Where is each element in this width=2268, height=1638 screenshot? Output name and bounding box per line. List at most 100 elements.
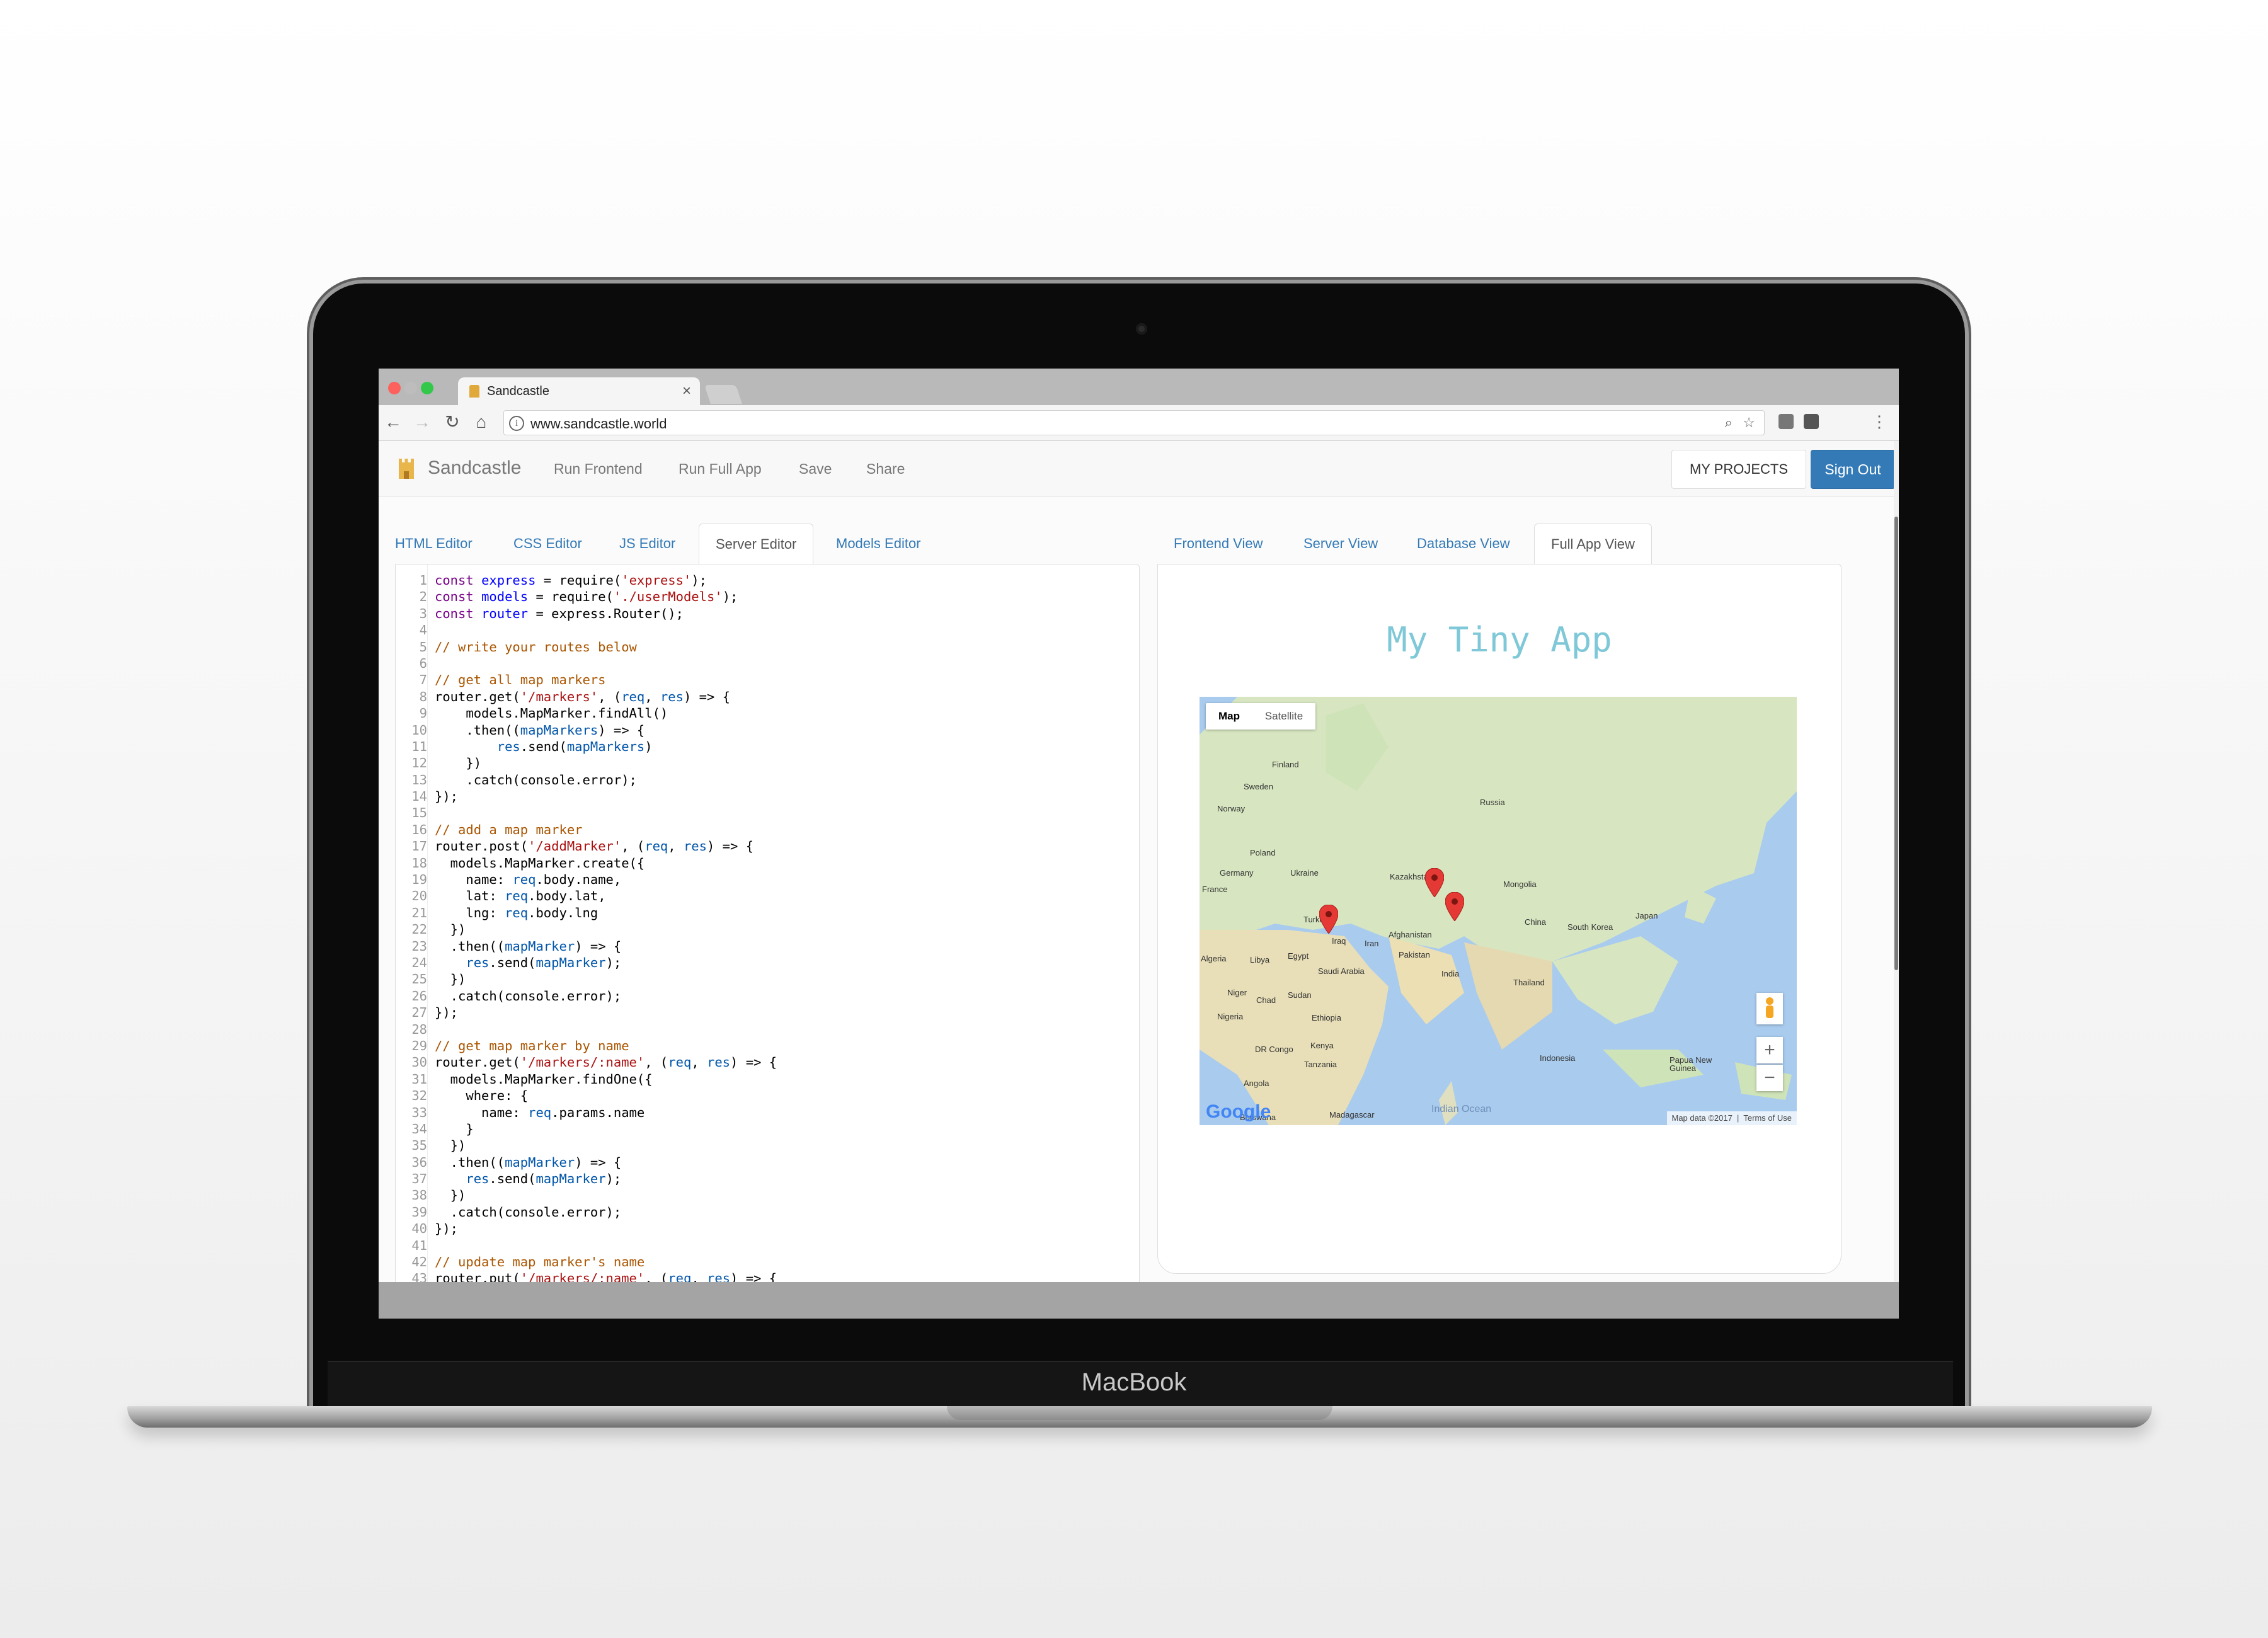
code-line[interactable]: 2 const models = require('./userModels'); — [402, 588, 1133, 605]
code-line[interactable]: 43 router.put('/markers/:name', (req, res… — [402, 1270, 1133, 1282]
minimize-window-button[interactable] — [404, 382, 417, 394]
zoom-in-button[interactable]: + — [1756, 1037, 1783, 1063]
code-line[interactable]: 1 const express = require('express'); — [402, 572, 1133, 588]
code-line[interactable]: 18 models.MapMarker.create({ — [402, 855, 1133, 871]
code-line[interactable]: 15 — [402, 805, 1133, 821]
sign-out-button[interactable]: Sign Out — [1811, 450, 1894, 489]
address-bar[interactable]: i www.sandcastle.world ⌕ ☆ — [503, 410, 1765, 435]
code-line[interactable]: 31 models.MapMarker.findOne({ — [402, 1071, 1133, 1087]
zoom-icon[interactable]: ⌕ — [1725, 415, 1732, 431]
new-tab-button[interactable] — [704, 385, 742, 404]
page-scrollbar[interactable] — [1894, 441, 1899, 1282]
extension-icon[interactable] — [1778, 414, 1794, 429]
line-number: 8 — [419, 689, 427, 704]
code-line[interactable]: 22 }) — [402, 921, 1133, 937]
code-line[interactable]: 17 router.post('/addMarker', (req, res) =… — [402, 838, 1133, 854]
maximize-window-button[interactable] — [421, 382, 433, 394]
map-type-map-button[interactable]: Map — [1206, 703, 1252, 730]
scrollbar-thumb[interactable] — [1894, 517, 1898, 970]
back-button[interactable]: ← — [382, 411, 404, 433]
line-number: 28 — [411, 1021, 427, 1037]
code-line[interactable]: 4 — [402, 622, 1133, 638]
code-line[interactable]: 11 res.send(mapMarkers) — [402, 738, 1133, 755]
browser-tab[interactable]: Sandcastle × — [458, 377, 700, 405]
code-line[interactable]: 23 .then((mapMarker) => { — [402, 938, 1133, 954]
my-projects-button[interactable]: MY PROJECTS — [1671, 450, 1806, 489]
code-line[interactable]: 42// update map marker's name — [402, 1254, 1133, 1270]
code-line[interactable]: 40}); — [402, 1220, 1133, 1237]
tab-css-editor[interactable]: CSS Editor — [497, 524, 598, 564]
home-button[interactable]: ⌂ — [471, 411, 492, 433]
sandcastle-logo-icon — [399, 459, 414, 479]
code-line[interactable]: 34 } — [402, 1121, 1133, 1137]
map-marker-pin-icon[interactable] — [1425, 868, 1444, 897]
tab-database-view[interactable]: Database View — [1400, 524, 1526, 564]
code-line[interactable]: 5// write your routes below — [402, 639, 1133, 655]
zoom-out-button[interactable]: − — [1756, 1065, 1783, 1091]
map-type-satellite-button[interactable]: Satellite — [1252, 703, 1315, 730]
site-info-icon[interactable]: i — [509, 416, 524, 431]
tab-js-editor[interactable]: JS Editor — [603, 524, 692, 564]
code-line[interactable]: 32 where: { — [402, 1087, 1133, 1104]
map-label: Chad — [1256, 995, 1276, 1005]
map-marker-pin-icon[interactable] — [1445, 892, 1464, 921]
reload-button[interactable]: ↻ — [442, 411, 463, 433]
forward-button[interactable]: → — [411, 411, 433, 433]
code-content[interactable]: 1 const express = require('express'); 2 con… — [402, 572, 1133, 1282]
tab-frontend-view[interactable]: Frontend View — [1157, 524, 1279, 564]
line-number: 42 — [411, 1254, 427, 1270]
map-label: Afghanistan — [1389, 930, 1432, 939]
url-text[interactable]: www.sandcastle.world — [530, 416, 667, 432]
code-line[interactable]: 41 — [402, 1237, 1133, 1254]
code-line[interactable]: 36 .then((mapMarker) => { — [402, 1154, 1133, 1171]
code-line[interactable]: 37 res.send(mapMarker); — [402, 1171, 1133, 1187]
code-line[interactable]: 3 const router = express.Router(); — [402, 605, 1133, 622]
code-editor[interactable]: 1 const express = require('express'); 2 con… — [395, 564, 1140, 1282]
tab-server-editor[interactable]: Server Editor — [699, 524, 814, 564]
line-number: 11 — [411, 738, 427, 754]
code-line[interactable]: 20 lat: req.body.lat, — [402, 888, 1133, 904]
code-line[interactable]: 19 name: req.body.name, — [402, 871, 1133, 888]
extension-shield-icon[interactable] — [1804, 414, 1819, 429]
code-line[interactable]: 12 }) — [402, 755, 1133, 771]
map-marker-pin-icon[interactable] — [1319, 905, 1338, 934]
code-line[interactable]: 24 res.send(mapMarker); — [402, 954, 1133, 971]
screen: Sandcastle × ← → ↻ ⌂ i www.sandcastle.wo… — [379, 369, 1899, 1319]
close-tab-icon[interactable]: × — [682, 377, 691, 405]
app-logo-text[interactable]: Sandcastle — [428, 457, 521, 479]
code-line[interactable]: 27}); — [402, 1004, 1133, 1021]
tab-server-view[interactable]: Server View — [1287, 524, 1394, 564]
bookmark-star-icon[interactable]: ☆ — [1743, 415, 1755, 431]
run-frontend-link[interactable]: Run Frontend — [554, 461, 643, 478]
code-line[interactable]: 16// add a map marker — [402, 822, 1133, 838]
code-line[interactable]: 25 }) — [402, 971, 1133, 987]
code-line[interactable]: 7// get all map markers — [402, 672, 1133, 688]
code-line[interactable]: 10 .then((mapMarkers) => { — [402, 722, 1133, 738]
browser-menu-icon[interactable]: ⋮ — [1871, 411, 1887, 432]
share-link[interactable]: Share — [866, 461, 905, 478]
tab-full-app-view[interactable]: Full App View — [1534, 524, 1652, 564]
code-line[interactable]: 28 — [402, 1021, 1133, 1038]
code-line[interactable]: 6 — [402, 655, 1133, 672]
code-line[interactable]: 9 models.MapMarker.findAll() — [402, 705, 1133, 721]
code-line[interactable]: 21 lng: req.body.lng — [402, 905, 1133, 921]
code-line[interactable]: 33 name: req.params.name — [402, 1104, 1133, 1121]
terms-of-use-link[interactable]: Terms of Use — [1743, 1113, 1792, 1123]
close-window-button[interactable] — [388, 382, 401, 394]
code-line[interactable]: 14}); — [402, 788, 1133, 805]
street-view-pegman-icon[interactable] — [1756, 993, 1783, 1024]
run-full-app-link[interactable]: Run Full App — [679, 461, 762, 478]
world-map[interactable]: Map Satellite Finland Sweden Norway Russ… — [1200, 697, 1797, 1125]
code-line[interactable]: 26 .catch(console.error); — [402, 988, 1133, 1004]
code-line[interactable]: 35 }) — [402, 1137, 1133, 1154]
code-line[interactable]: 38 }) — [402, 1187, 1133, 1203]
tab-models-editor[interactable]: Models Editor — [820, 524, 937, 564]
code-line[interactable]: 30 router.get('/markers/:name', (req, res… — [402, 1054, 1133, 1070]
code-line[interactable]: 8 router.get('/markers', (req, res) => { — [402, 689, 1133, 705]
save-link[interactable]: Save — [799, 461, 832, 478]
tab-html-editor[interactable]: HTML Editor — [379, 524, 489, 564]
code-line[interactable]: 29// get map marker by name — [402, 1038, 1133, 1054]
code-line[interactable]: 39 .catch(console.error); — [402, 1204, 1133, 1220]
line-number: 21 — [411, 905, 427, 920]
code-line[interactable]: 13 .catch(console.error); — [402, 772, 1133, 788]
